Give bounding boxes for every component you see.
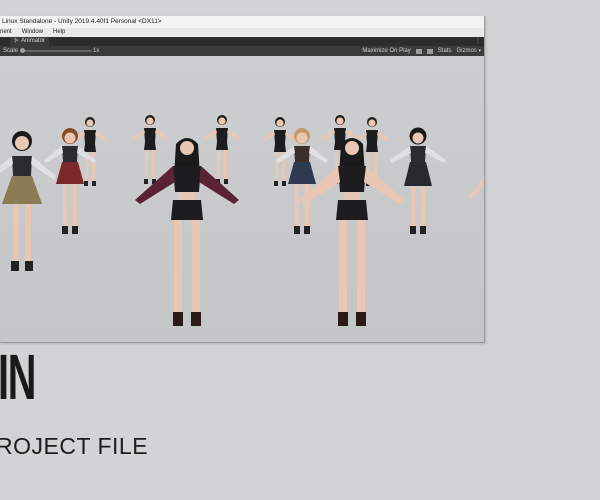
character-khaki-skirt (0, 131, 56, 271)
character-maroon-jacket (135, 138, 239, 326)
stats-button[interactable]: Stats (438, 46, 452, 56)
character-partial-right (468, 174, 484, 200)
tab-animator[interactable]: ⊱ Animator (10, 37, 50, 46)
scale-label: Scale (3, 48, 19, 54)
chevron-down-icon[interactable]: ▾ (478, 48, 481, 54)
maximize-on-play-toggle[interactable]: Maximize On Play (362, 46, 410, 56)
menu-item-help[interactable]: Help (53, 28, 65, 37)
animator-icon: ⊱ (14, 38, 20, 44)
toolbar-right: Maximize On Play Stats Gizmos ▾ (362, 46, 481, 56)
scale-value: 1x (93, 48, 100, 54)
gizmos-button[interactable]: Gizmos ▾ (456, 46, 481, 56)
scale-slider[interactable] (22, 50, 92, 52)
scale-slider-handle[interactable] (20, 48, 25, 53)
character-black-dress (390, 127, 446, 234)
background-figure (132, 115, 168, 184)
unity-window: Linux Standalone - Unity 2019.4.40f1 Per… (0, 16, 485, 343)
tab-label: Animator (21, 38, 46, 44)
menu-item-component[interactable]: nent (0, 28, 12, 37)
character-lineup (0, 115, 484, 326)
menu-item-window[interactable]: Window (22, 28, 43, 37)
character-black-outfit (300, 138, 404, 326)
game-view[interactable] (0, 56, 484, 342)
tab-menu-icon[interactable]: ⋮ (475, 37, 481, 46)
promo-headline: IN (0, 341, 36, 413)
window-title: Linux Standalone - Unity 2019.4.40f1 Per… (0, 16, 484, 28)
display-icon[interactable] (426, 48, 433, 54)
tab-bar: ⊱ Animator ⋮ (0, 37, 484, 46)
gizmos-label: Gizmos (456, 48, 477, 54)
game-toolbar: Scale 1x Maximize On Play Stats Gizmos ▾ (0, 46, 484, 56)
mute-audio-icon[interactable] (415, 48, 422, 54)
menu-bar: nent Window Help (0, 28, 484, 37)
promo-subtitle: ROJECT FILE (0, 433, 149, 459)
